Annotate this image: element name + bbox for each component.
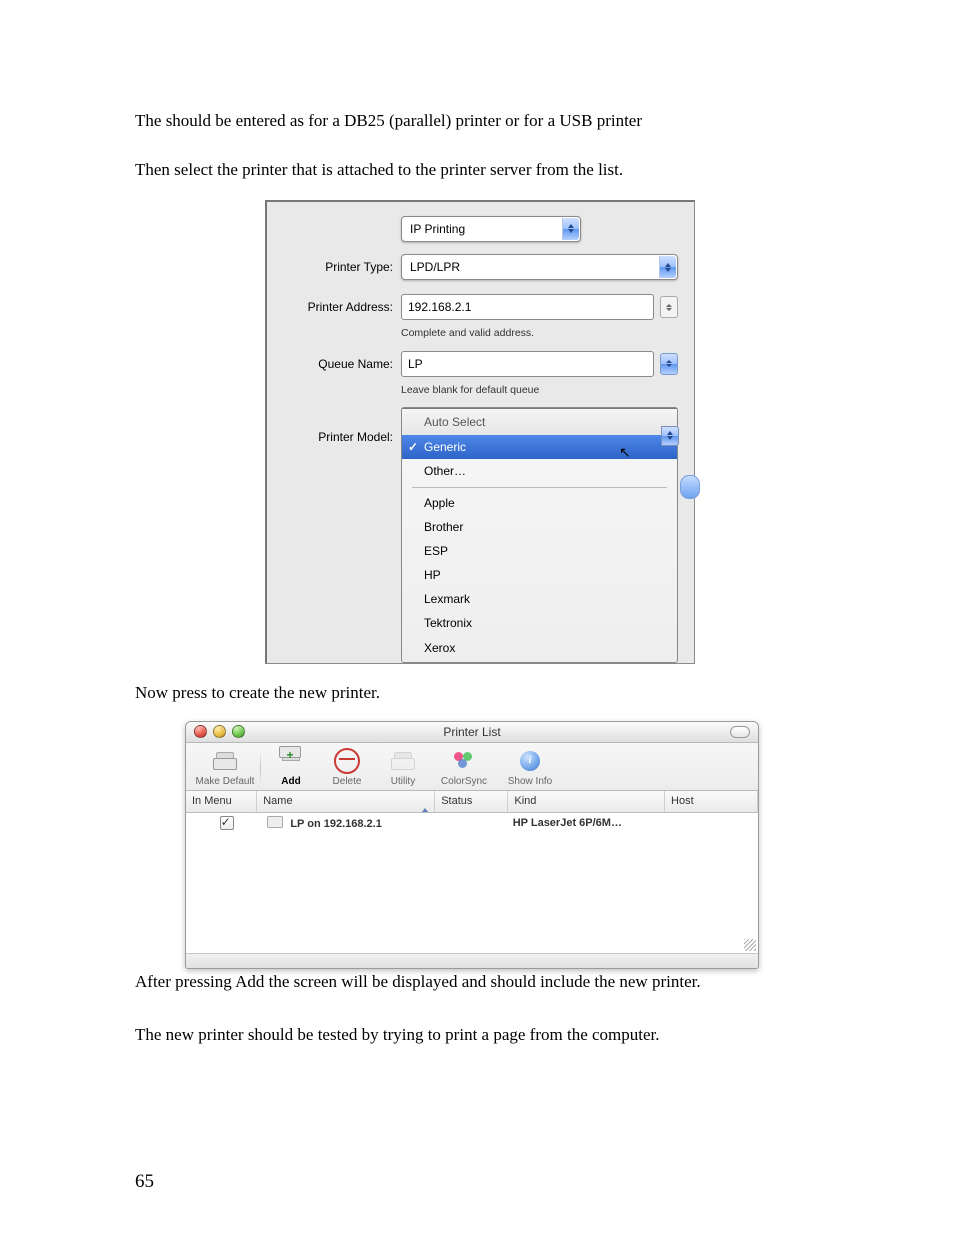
queue-stepper[interactable] [660,353,678,375]
toolbar-label: Delete [319,775,375,789]
stepper-icon [562,218,579,240]
model-item-vendor[interactable]: Lexmark [402,587,677,611]
model-item-auto-select[interactable]: Auto Select [402,408,677,435]
printer-icon [213,752,237,770]
make-default-button[interactable]: Make Default [192,747,258,789]
titlebar[interactable]: Printer List [186,722,758,743]
text: for a DB25 (parallel) printer or [308,111,523,130]
utility-button[interactable]: Utility [375,747,431,789]
window-title: Printer List [186,724,758,740]
printer-address-label: Printer Address: [283,299,401,315]
paragraph-queue-name-note: The should be entered as for a DB25 (par… [135,110,819,133]
utility-icon [391,752,415,770]
col-in-menu[interactable]: In Menu [186,791,257,812]
toolbar: Make Default Add Delete Utility ColorSyn… [186,743,758,792]
paragraph-select-printer: Then select the printer that is attached… [135,159,819,182]
col-kind[interactable]: Kind [508,791,665,812]
text: to create the new printer. [212,683,381,702]
delete-button[interactable]: Delete [319,747,375,789]
model-item-vendor[interactable]: Tektronix [402,611,677,635]
resize-handle-icon[interactable] [744,939,756,951]
model-item-vendor[interactable]: Apple [402,491,677,515]
ip-printing-dialog: IP Printing Printer Type: LPD/LPR Printe… [265,200,695,664]
printer-table-body: LP on 192.168.2.1 HP LaserJet 6P/6M… [186,813,758,953]
paragraph-after-add: After pressing Add the screen will be di… [135,971,819,994]
toolbar-label: Add [263,775,319,789]
printer-icon [267,816,283,828]
scrollbar-fragment [680,475,700,499]
printer-type-combo[interactable]: LPD/LPR [401,254,678,280]
printer-kind: HP LaserJet 6P/6M… [507,816,660,832]
col-label: Name [263,795,292,807]
address-hint: Complete and valid address. [401,326,678,340]
table-row[interactable]: LP on 192.168.2.1 HP LaserJet 6P/6M… [186,813,758,835]
toolbar-label: Utility [375,775,431,789]
printer-address-input[interactable] [401,294,654,320]
delete-icon [334,748,360,774]
connection-type-combo[interactable]: IP Printing [401,216,581,242]
check-icon: ✓ [408,439,418,455]
model-item-other[interactable]: Other… [402,459,677,483]
text: for a USB printer [524,111,643,130]
printer-name: LP on 192.168.2.1 [290,818,382,830]
model-item-vendor[interactable]: ESP [402,539,677,563]
address-stepper[interactable] [660,296,678,318]
printer-type-value: LPD/LPR [410,260,460,274]
text: After pressing Add the [135,972,294,991]
text: Now press [135,683,212,702]
model-item-generic[interactable]: ✓ Generic [402,435,677,459]
sort-asc-icon [422,795,428,810]
printer-status [436,816,507,832]
printer-host [660,816,752,832]
text: should be entered as [166,111,309,130]
printer-model-label: Printer Model: [283,407,401,445]
queue-name-input[interactable] [401,351,654,377]
colorsync-icon [451,752,477,770]
model-item-vendor[interactable]: HP [402,563,677,587]
queue-hint: Leave blank for default queue [401,383,678,397]
show-info-button[interactable]: i Show Info [497,747,563,789]
add-button[interactable]: Add [263,747,319,789]
toolbar-label: Make Default [192,775,258,789]
page-number: 65 [135,1169,154,1195]
col-name[interactable]: Name [257,791,435,812]
menu-separator [412,487,667,488]
col-status[interactable]: Status [435,791,508,812]
paragraph-test-printer: The new printer should be tested by tryi… [135,1024,819,1047]
column-headers: In Menu Name Status Kind Host [186,791,758,813]
toolbar-label: Show Info [497,775,563,789]
horizontal-scrollbar[interactable] [186,953,758,968]
queue-name-label: Queue Name: [283,356,401,372]
text: screen will be displayed and should incl… [294,972,701,991]
printer-model-menu[interactable]: Auto Select ✓ Generic Other… Apple Broth… [401,407,678,663]
stepper-icon [661,426,679,446]
add-printer-icon [279,752,303,770]
model-item-vendor[interactable]: Brother [402,515,677,539]
paragraph-press-add: Now press to create the new printer. [135,682,819,705]
printer-list-window: Printer List Make Default Add Delete Uti… [185,721,759,969]
toolbar-separator [260,751,261,785]
connection-type-value: IP Printing [410,222,465,236]
text: The [135,111,166,130]
model-item-vendor[interactable]: Xerox [402,636,677,662]
stepper-icon [659,256,676,278]
col-host[interactable]: Host [665,791,758,812]
info-icon: i [520,751,540,771]
colorsync-button[interactable]: ColorSync [431,747,497,789]
model-item-label: Generic [424,440,466,454]
printer-type-label: Printer Type: [283,259,401,275]
toolbar-label: ColorSync [431,775,497,789]
in-menu-checkbox[interactable] [220,816,234,830]
toolbar-toggle-icon[interactable] [730,726,750,738]
